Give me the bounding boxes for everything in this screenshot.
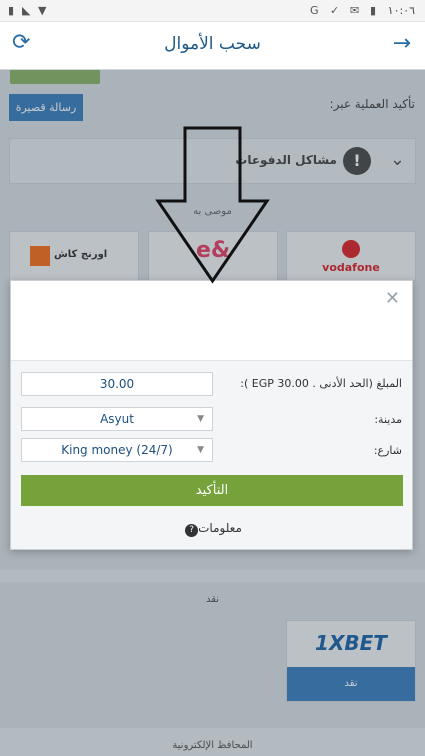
clock: ١٠:٠٦ [387, 4, 415, 17]
dropdown-caret-icon: ▼ [197, 445, 204, 455]
notification-icon: ▮ [8, 4, 15, 17]
amount-label: المبلغ (الحد الأدنى . EGP 30.00 ): [240, 377, 402, 390]
page-title: سحب الأموال [164, 34, 261, 54]
signal-icon: ◣ [22, 4, 31, 17]
question-icon: ? [185, 524, 199, 537]
battery-icon: ▮ [370, 4, 377, 17]
confirm-button[interactable]: التأكيد [21, 475, 403, 506]
mail-icon: ✉ [350, 4, 360, 17]
street-label: شارع: [373, 444, 402, 457]
city-value: Asyut [100, 412, 134, 426]
amount-input[interactable]: 30.00 [21, 372, 213, 396]
street-value: King money (24/7) [61, 443, 173, 457]
withdraw-modal: ✕ المبلغ (الحد الأدنى . EGP 30.00 ): 30.… [10, 280, 413, 550]
google-icon: G [310, 4, 319, 17]
arrow-right-icon[interactable]: → [393, 31, 411, 56]
modal-header: ✕ [11, 281, 412, 361]
modal-body: المبلغ (الحد الأدنى . EGP 30.00 ): 30.00… [11, 361, 412, 549]
status-bar: ▮ ◣ ▼ G ✓ ✉ ▮ ١٠:٠٦ [0, 0, 425, 22]
check-icon: ✓ [330, 4, 340, 17]
info-link[interactable]: معلومات? [11, 521, 412, 537]
city-label: مدينة: [374, 413, 402, 426]
close-icon[interactable]: ✕ [385, 288, 400, 309]
city-select[interactable]: Asyut ▼ [21, 407, 213, 431]
app-bar: ⟳ سحب الأموال → [0, 22, 425, 70]
annotation-arrow-icon [155, 126, 270, 284]
dropdown-caret-icon: ▼ [197, 414, 204, 424]
info-label: معلومات [198, 521, 242, 535]
street-select[interactable]: King money (24/7) ▼ [21, 438, 213, 462]
wifi-icon: ▼ [38, 4, 47, 17]
